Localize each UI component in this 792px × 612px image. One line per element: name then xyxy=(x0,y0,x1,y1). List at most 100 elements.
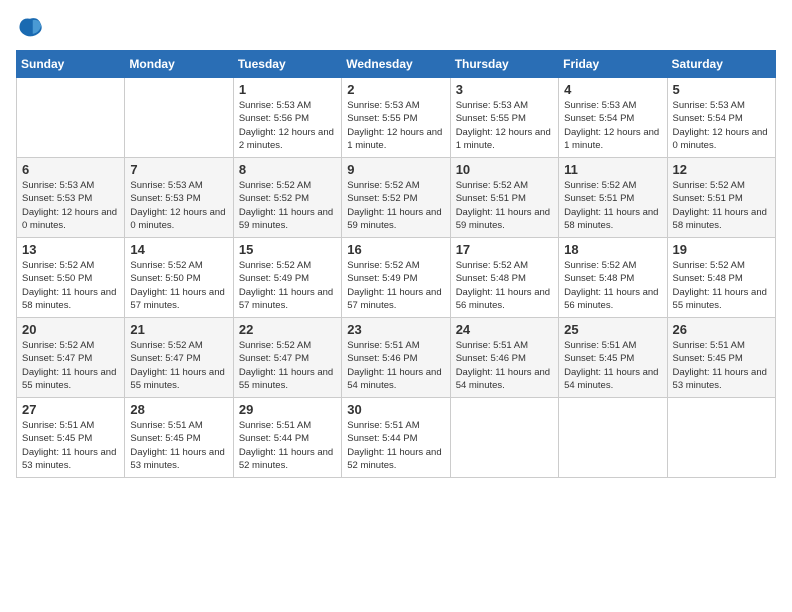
day-number: 30 xyxy=(347,402,444,417)
col-monday: Monday xyxy=(125,51,233,78)
day-number: 26 xyxy=(673,322,770,337)
day-info: Sunrise: 5:53 AM Sunset: 5:53 PM Dayligh… xyxy=(22,179,119,232)
day-number: 25 xyxy=(564,322,661,337)
day-info: Sunrise: 5:51 AM Sunset: 5:45 PM Dayligh… xyxy=(564,339,661,392)
calendar-cell: 2 Sunrise: 5:53 AM Sunset: 5:55 PM Daylig… xyxy=(342,78,450,158)
calendar-cell: 30 Sunrise: 5:51 AM Sunset: 5:44 PM Dayli… xyxy=(342,398,450,478)
day-info: Sunrise: 5:53 AM Sunset: 5:54 PM Dayligh… xyxy=(673,99,770,152)
day-number: 21 xyxy=(130,322,227,337)
day-info: Sunrise: 5:51 AM Sunset: 5:45 PM Dayligh… xyxy=(130,419,227,472)
day-number: 11 xyxy=(564,162,661,177)
day-info: Sunrise: 5:52 AM Sunset: 5:47 PM Dayligh… xyxy=(130,339,227,392)
calendar-cell xyxy=(125,78,233,158)
day-info: Sunrise: 5:52 AM Sunset: 5:50 PM Dayligh… xyxy=(130,259,227,312)
calendar-body: 1 Sunrise: 5:53 AM Sunset: 5:56 PM Daylig… xyxy=(17,78,776,478)
header-row: Sunday Monday Tuesday Wednesday Thursday… xyxy=(17,51,776,78)
day-info: Sunrise: 5:51 AM Sunset: 5:45 PM Dayligh… xyxy=(22,419,119,472)
day-info: Sunrise: 5:53 AM Sunset: 5:55 PM Dayligh… xyxy=(347,99,444,152)
day-info: Sunrise: 5:52 AM Sunset: 5:49 PM Dayligh… xyxy=(347,259,444,312)
calendar-cell: 3Sunrise: 5:53 AM Sunset: 5:55 PM Daylig… xyxy=(450,78,558,158)
day-number: 27 xyxy=(22,402,119,417)
day-info: Sunrise: 5:52 AM Sunset: 5:52 PM Dayligh… xyxy=(239,179,336,232)
col-tuesday: Tuesday xyxy=(233,51,341,78)
day-info: Sunrise: 5:52 AM Sunset: 5:51 PM Dayligh… xyxy=(564,179,661,232)
day-info: Sunrise: 5:53 AM Sunset: 5:53 PM Dayligh… xyxy=(130,179,227,232)
header xyxy=(16,16,776,38)
calendar-table: Sunday Monday Tuesday Wednesday Thursday… xyxy=(16,50,776,478)
calendar-cell xyxy=(450,398,558,478)
day-number: 5 xyxy=(673,82,770,97)
day-number: 28 xyxy=(130,402,227,417)
day-number: 20 xyxy=(22,322,119,337)
calendar-cell: 15Sunrise: 5:52 AM Sunset: 5:49 PM Dayli… xyxy=(233,238,341,318)
calendar-cell xyxy=(667,398,775,478)
day-info: Sunrise: 5:51 AM Sunset: 5:44 PM Dayligh… xyxy=(347,419,444,472)
day-number: 4 xyxy=(564,82,661,97)
calendar-cell: 1 Sunrise: 5:53 AM Sunset: 5:56 PM Daylig… xyxy=(233,78,341,158)
calendar-cell: 6Sunrise: 5:53 AM Sunset: 5:53 PM Daylig… xyxy=(17,158,125,238)
day-number: 1 xyxy=(239,82,336,97)
day-number: 29 xyxy=(239,402,336,417)
day-info: Sunrise: 5:52 AM Sunset: 5:51 PM Dayligh… xyxy=(456,179,553,232)
calendar-cell: 27 Sunrise: 5:51 AM Sunset: 5:45 PM Dayli… xyxy=(17,398,125,478)
calendar-cell: 20 Sunrise: 5:52 AM Sunset: 5:47 PM Dayli… xyxy=(17,318,125,398)
week-row-1: 1 Sunrise: 5:53 AM Sunset: 5:56 PM Daylig… xyxy=(17,78,776,158)
calendar-cell xyxy=(17,78,125,158)
day-info: Sunrise: 5:52 AM Sunset: 5:48 PM Dayligh… xyxy=(564,259,661,312)
day-info: Sunrise: 5:52 AM Sunset: 5:48 PM Dayligh… xyxy=(456,259,553,312)
calendar-cell: 10 Sunrise: 5:52 AM Sunset: 5:51 PM Dayli… xyxy=(450,158,558,238)
day-info: Sunrise: 5:53 AM Sunset: 5:55 PM Dayligh… xyxy=(456,99,553,152)
day-info: Sunrise: 5:53 AM Sunset: 5:54 PM Dayligh… xyxy=(564,99,661,152)
day-number: 14 xyxy=(130,242,227,257)
week-row-5: 27 Sunrise: 5:51 AM Sunset: 5:45 PM Dayli… xyxy=(17,398,776,478)
day-info: Sunrise: 5:51 AM Sunset: 5:46 PM Dayligh… xyxy=(456,339,553,392)
day-number: 9 xyxy=(347,162,444,177)
day-info: Sunrise: 5:52 AM Sunset: 5:50 PM Dayligh… xyxy=(22,259,119,312)
calendar-cell: 9Sunrise: 5:52 AM Sunset: 5:52 PM Daylig… xyxy=(342,158,450,238)
calendar-cell: 11 Sunrise: 5:52 AM Sunset: 5:51 PM Dayli… xyxy=(559,158,667,238)
calendar-cell: 13 Sunrise: 5:52 AM Sunset: 5:50 PM Dayli… xyxy=(17,238,125,318)
calendar-cell: 7 Sunrise: 5:53 AM Sunset: 5:53 PM Daylig… xyxy=(125,158,233,238)
day-number: 16 xyxy=(347,242,444,257)
day-info: Sunrise: 5:51 AM Sunset: 5:44 PM Dayligh… xyxy=(239,419,336,472)
day-number: 23 xyxy=(347,322,444,337)
calendar-cell: 18 Sunrise: 5:52 AM Sunset: 5:48 PM Dayli… xyxy=(559,238,667,318)
calendar-cell: 4 Sunrise: 5:53 AM Sunset: 5:54 PM Daylig… xyxy=(559,78,667,158)
day-info: Sunrise: 5:51 AM Sunset: 5:46 PM Dayligh… xyxy=(347,339,444,392)
calendar-cell: 22 Sunrise: 5:52 AM Sunset: 5:47 PM Dayli… xyxy=(233,318,341,398)
day-info: Sunrise: 5:51 AM Sunset: 5:45 PM Dayligh… xyxy=(673,339,770,392)
col-thursday: Thursday xyxy=(450,51,558,78)
calendar-cell: 8 Sunrise: 5:52 AM Sunset: 5:52 PM Daylig… xyxy=(233,158,341,238)
day-number: 18 xyxy=(564,242,661,257)
calendar-cell: 25 Sunrise: 5:51 AM Sunset: 5:45 PM Dayli… xyxy=(559,318,667,398)
day-number: 2 xyxy=(347,82,444,97)
week-row-4: 20 Sunrise: 5:52 AM Sunset: 5:47 PM Dayli… xyxy=(17,318,776,398)
calendar-cell xyxy=(559,398,667,478)
col-friday: Friday xyxy=(559,51,667,78)
calendar-cell: 5 Sunrise: 5:53 AM Sunset: 5:54 PM Daylig… xyxy=(667,78,775,158)
calendar-cell: 23 Sunrise: 5:51 AM Sunset: 5:46 PM Dayli… xyxy=(342,318,450,398)
day-info: Sunrise: 5:52 AM Sunset: 5:49 PM Dayligh… xyxy=(239,259,336,312)
day-info: Sunrise: 5:52 AM Sunset: 5:48 PM Dayligh… xyxy=(673,259,770,312)
week-row-2: 6Sunrise: 5:53 AM Sunset: 5:53 PM Daylig… xyxy=(17,158,776,238)
calendar-cell: 28 Sunrise: 5:51 AM Sunset: 5:45 PM Dayli… xyxy=(125,398,233,478)
day-number: 10 xyxy=(456,162,553,177)
calendar-cell: 17 Sunrise: 5:52 AM Sunset: 5:48 PM Dayli… xyxy=(450,238,558,318)
day-info: Sunrise: 5:52 AM Sunset: 5:47 PM Dayligh… xyxy=(239,339,336,392)
day-number: 22 xyxy=(239,322,336,337)
logo xyxy=(16,16,48,38)
col-sunday: Sunday xyxy=(17,51,125,78)
day-number: 12 xyxy=(673,162,770,177)
calendar-cell: 24Sunrise: 5:51 AM Sunset: 5:46 PM Dayli… xyxy=(450,318,558,398)
day-info: Sunrise: 5:53 AM Sunset: 5:56 PM Dayligh… xyxy=(239,99,336,152)
day-number: 17 xyxy=(456,242,553,257)
day-info: Sunrise: 5:52 AM Sunset: 5:47 PM Dayligh… xyxy=(22,339,119,392)
calendar-cell: 12Sunrise: 5:52 AM Sunset: 5:51 PM Dayli… xyxy=(667,158,775,238)
day-number: 8 xyxy=(239,162,336,177)
day-number: 13 xyxy=(22,242,119,257)
calendar-cell: 16 Sunrise: 5:52 AM Sunset: 5:49 PM Dayli… xyxy=(342,238,450,318)
day-number: 7 xyxy=(130,162,227,177)
day-number: 19 xyxy=(673,242,770,257)
calendar-cell: 14 Sunrise: 5:52 AM Sunset: 5:50 PM Dayli… xyxy=(125,238,233,318)
calendar-cell: 29 Sunrise: 5:51 AM Sunset: 5:44 PM Dayli… xyxy=(233,398,341,478)
